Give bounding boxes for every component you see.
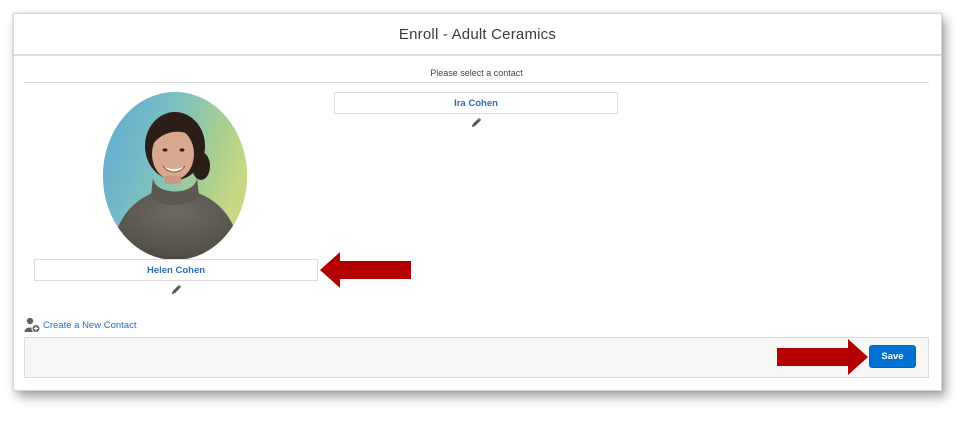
screenshot-canvas: Enroll - Adult Ceramics Please select a … <box>0 0 977 423</box>
modal-title: Enroll - Adult Ceramics <box>398 25 557 43</box>
person-photo <box>103 92 247 260</box>
contact-photo-helen-cohen[interactable] <box>103 92 247 260</box>
section-divider <box>24 82 929 83</box>
pencil-icon[interactable] <box>469 116 483 130</box>
modal-header: Enroll - Adult Ceramics <box>14 14 941 56</box>
save-button[interactable]: Save <box>869 345 916 368</box>
contact-card-helen-cohen[interactable]: Helen Cohen <box>34 259 318 281</box>
annotation-arrow-left-icon <box>320 252 411 288</box>
contact-card-ira-cohen[interactable]: Ira Cohen <box>334 92 618 114</box>
pencil-icon[interactable] <box>169 283 183 297</box>
create-new-contact-link[interactable]: Create a New Contact <box>24 317 136 333</box>
select-contact-label: Please select a contact <box>430 68 523 78</box>
annotation-arrow-right-icon <box>777 339 868 375</box>
enroll-modal: Enroll - Adult Ceramics Please select a … <box>13 13 942 391</box>
create-new-contact-label: Create a New Contact <box>43 319 137 331</box>
add-contact-icon <box>24 317 41 333</box>
